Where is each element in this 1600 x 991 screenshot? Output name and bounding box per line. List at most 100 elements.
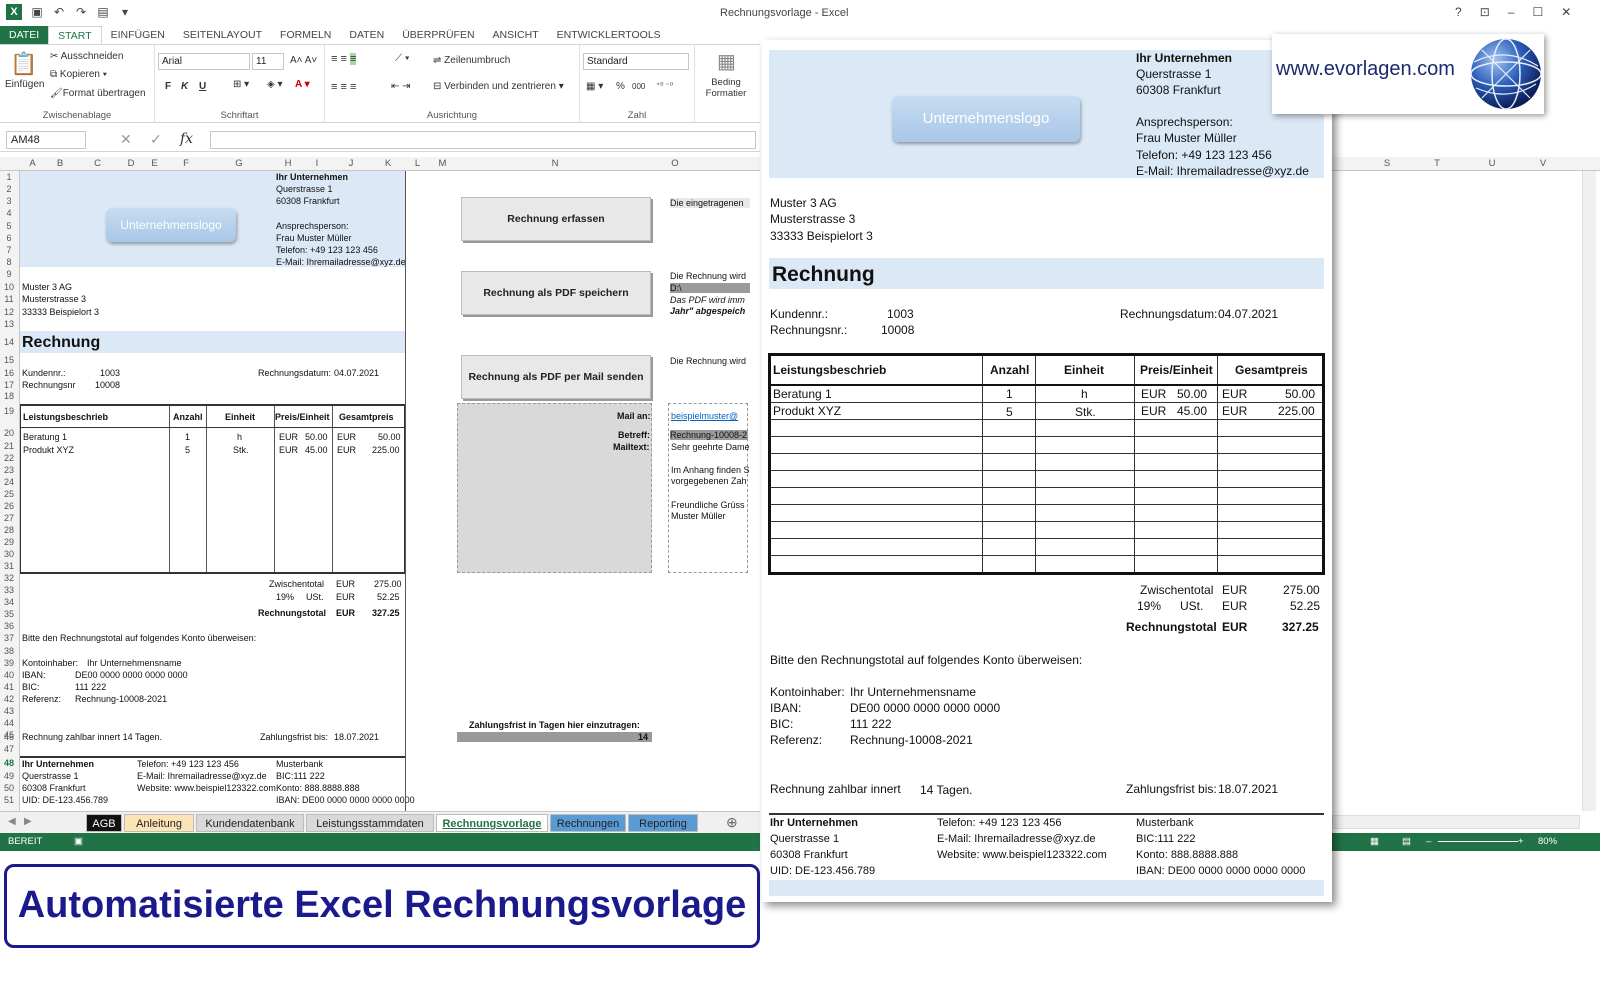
row-header[interactable]: 2 xyxy=(0,184,18,194)
column-header[interactable]: E xyxy=(142,157,167,171)
row-header[interactable]: 32 xyxy=(0,573,18,583)
column-header[interactable]: J xyxy=(331,157,371,171)
horizontal-scrollbar[interactable] xyxy=(1332,815,1580,829)
row-header[interactable]: 15 xyxy=(0,355,18,365)
column-header[interactable]: I xyxy=(303,157,331,171)
row-header[interactable]: 49 xyxy=(0,771,18,781)
enter-icon[interactable]: ✓ xyxy=(150,131,162,148)
row-header[interactable]: 43 xyxy=(0,706,18,716)
mail-subject[interactable]: Rechnung-10008-2 xyxy=(670,430,748,440)
row-header[interactable]: 42 xyxy=(0,694,18,704)
mail-to-link[interactable]: beispielmuster@ xyxy=(671,411,738,421)
macro-record-icon[interactable]: ▣ xyxy=(74,833,83,851)
sheet-tab-leistungsstammdaten[interactable]: Leistungsstammdaten xyxy=(306,814,434,832)
column-header[interactable]: V xyxy=(1528,157,1558,171)
column-header[interactable]: H xyxy=(273,157,303,171)
row-header[interactable]: 3 xyxy=(0,196,18,206)
wrap-text-button[interactable]: ⇌ Zeilenumbruch xyxy=(433,55,510,66)
tab-einfuegen[interactable]: EINFÜGEN xyxy=(102,26,174,44)
font-color-icon[interactable]: A ▾ xyxy=(295,79,310,90)
close-icon[interactable]: ✕ xyxy=(1561,5,1571,19)
worksheet-grid[interactable]: Unternehmenslogo Ihr Unternehmen Querstr… xyxy=(20,171,760,811)
zoom-in-icon[interactable]: + xyxy=(1518,833,1524,851)
cut-button[interactable]: ✂ Ausschneiden xyxy=(50,51,123,62)
zoom-out-icon[interactable]: – xyxy=(1426,833,1431,851)
insert-function-icon[interactable]: fx xyxy=(180,131,193,147)
help-icon[interactable]: ? xyxy=(1455,5,1462,19)
indent-icon[interactable]: ⇤ ⇥ xyxy=(391,81,411,92)
format-painter-button[interactable]: 🖌Format übertragen xyxy=(50,88,146,99)
align-top-icon[interactable]: ≡ ≡ ≡ xyxy=(331,53,357,65)
decimal-icon[interactable]: ⁺⁰ ⁻⁰ xyxy=(656,81,673,90)
tab-start[interactable]: START xyxy=(48,26,102,44)
conditional-format-icon[interactable]: ▦ xyxy=(717,49,736,74)
column-header[interactable]: N xyxy=(455,157,655,171)
row-header[interactable]: 27 xyxy=(0,513,18,523)
row-header[interactable]: 17 xyxy=(0,380,18,390)
conditional-format-button[interactable]: Beding Formatier xyxy=(699,77,753,99)
row-header[interactable]: 19 xyxy=(0,406,18,416)
row-header[interactable]: 34 xyxy=(0,597,18,607)
row-header[interactable]: 41 xyxy=(0,682,18,692)
row-header[interactable]: 13 xyxy=(0,319,18,329)
percent-button[interactable]: % xyxy=(616,81,625,92)
row-header[interactable]: 39 xyxy=(0,658,18,668)
row-header[interactable]: 36 xyxy=(0,621,18,631)
row-header[interactable]: 6 xyxy=(0,233,18,243)
save-icon[interactable]: ▣ xyxy=(30,5,44,19)
minimize-icon[interactable]: – xyxy=(1508,5,1515,19)
orientation-icon[interactable]: ⟋ ▾ xyxy=(395,53,410,64)
row-header[interactable]: 22 xyxy=(0,453,18,463)
sheet-tab-reporting[interactable]: Reporting xyxy=(628,814,698,832)
page-layout-icon[interactable]: ▤ xyxy=(1402,833,1411,851)
row-header[interactable]: 5 xyxy=(0,221,18,231)
column-header[interactable]: A xyxy=(20,157,45,171)
font-size-select[interactable]: 11 xyxy=(252,53,284,70)
save-pdf-button[interactable]: Rechnung als PDF speichern xyxy=(461,271,651,315)
tab-seitenlayout[interactable]: SEITENLAYOUT xyxy=(174,26,271,44)
paste-button[interactable]: Einfügen xyxy=(5,79,44,90)
column-header[interactable]: O xyxy=(655,157,695,171)
vertical-scrollbar[interactable] xyxy=(1582,171,1596,811)
column-header[interactable]: B xyxy=(45,157,75,171)
align-left-icon[interactable]: ≡ ≡ ≡ xyxy=(331,81,356,93)
column-header[interactable]: K xyxy=(371,157,405,171)
column-header[interactable]: L xyxy=(405,157,430,171)
zoom-slider[interactable] xyxy=(1438,841,1518,842)
row-header[interactable]: 35 xyxy=(0,609,18,619)
row-header[interactable]: 24 xyxy=(0,477,18,487)
send-pdf-mail-button[interactable]: Rechnung als PDF per Mail senden xyxy=(461,355,651,399)
row-header[interactable]: 1 xyxy=(0,172,18,182)
column-header[interactable]: F xyxy=(167,157,205,171)
bold-button[interactable]: F xyxy=(165,81,171,92)
row-header[interactable]: 37 xyxy=(0,633,18,643)
row-header[interactable]: 8 xyxy=(0,257,18,267)
row-header[interactable]: 38 xyxy=(0,646,18,656)
row-header[interactable]: 23 xyxy=(0,465,18,475)
redo-icon[interactable]: ↷ xyxy=(74,5,88,19)
tab-entwicklertools[interactable]: ENTWICKLERTOOLS xyxy=(548,26,670,44)
fill-color-icon[interactable]: ◈ ▾ xyxy=(267,79,283,90)
tab-daten[interactable]: DATEN xyxy=(340,26,393,44)
row-header[interactable]: 18 xyxy=(0,391,18,401)
row-header[interactable]: 33 xyxy=(0,585,18,595)
row-header[interactable]: 47 xyxy=(0,744,18,754)
add-sheet-icon[interactable]: ⊕ xyxy=(726,814,738,831)
tab-formeln[interactable]: FORMELN xyxy=(271,26,340,44)
column-header[interactable]: M xyxy=(430,157,455,171)
copy-button[interactable]: ⧉ Kopieren ▾ xyxy=(50,69,107,80)
row-header[interactable]: 29 xyxy=(0,537,18,547)
underline-button[interactable]: U xyxy=(199,81,206,92)
column-header[interactable]: D xyxy=(120,157,142,171)
currency-icon[interactable]: ▦ ▾ xyxy=(586,81,603,92)
row-header[interactable]: 31 xyxy=(0,561,18,571)
row-header[interactable]: 44 xyxy=(0,718,18,728)
row-header[interactable]: 51 xyxy=(0,795,18,805)
row-header[interactable]: 26 xyxy=(0,501,18,511)
row-header[interactable]: 4 xyxy=(0,208,18,218)
formula-input[interactable] xyxy=(210,131,756,149)
row-header[interactable]: 10 xyxy=(0,282,18,292)
column-header[interactable]: G xyxy=(205,157,273,171)
sheet-tab-anleitung[interactable]: Anleitung xyxy=(124,814,194,832)
row-header[interactable]: 30 xyxy=(0,549,18,559)
